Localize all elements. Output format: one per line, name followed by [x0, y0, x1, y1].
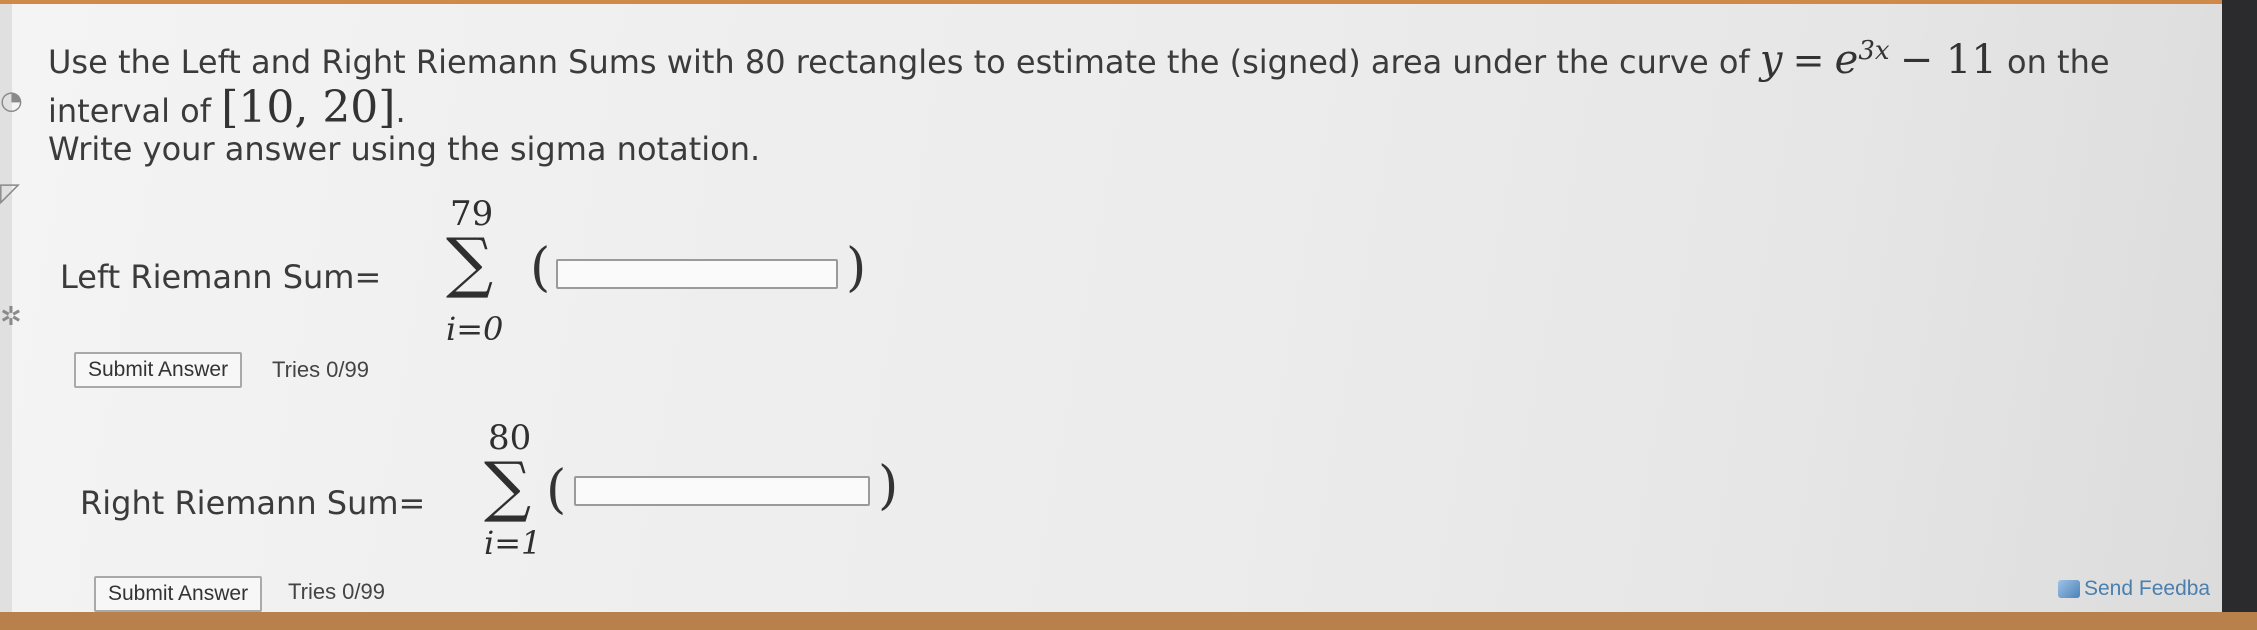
- left-sum-sigma-icon: ∑: [446, 224, 494, 301]
- right-sum-open-paren: (: [546, 460, 567, 520]
- left-sum-label: Left Riemann Sum=: [60, 258, 382, 296]
- right-sum-submit-button[interactable]: Submit Answer: [94, 576, 263, 612]
- equation-exponent: 3x: [1858, 36, 1890, 66]
- left-sum-tries: Tries 0/99: [272, 357, 370, 382]
- left-sum-open-paren: (: [530, 238, 551, 298]
- history-icon[interactable]: ◔: [0, 88, 23, 114]
- left-sum-submit-button[interactable]: Submit Answer: [74, 352, 243, 388]
- question-line-2: interval of [10, 20].: [48, 82, 406, 133]
- question-text-prefix: Use the Left and Right Riemann Sums with…: [48, 43, 1750, 81]
- feedback-icon: [2058, 580, 2080, 598]
- send-feedback-label: Send Feedba: [2084, 577, 2211, 600]
- equation-equals: =: [1792, 38, 1825, 82]
- interval-value: [10, 20]: [221, 82, 396, 133]
- equation-base: e: [1834, 37, 1859, 83]
- right-sum-label: Right Riemann Sum=: [80, 484, 426, 522]
- right-sum-close-paren: ): [878, 456, 899, 516]
- equation-y: y: [1759, 37, 1783, 83]
- instruction-text: Write your answer using the sigma notati…: [48, 130, 761, 168]
- right-sum-sigma-icon: ∑: [484, 448, 532, 525]
- left-sum-lower-limit: i=0: [446, 310, 504, 348]
- interval-label: interval of: [48, 92, 212, 130]
- interval-period: .: [395, 92, 406, 130]
- left-sum-close-paren: ): [846, 238, 867, 298]
- bookmark-icon[interactable]: ◸: [0, 180, 20, 206]
- right-sum-tries: Tries 0/99: [288, 579, 386, 604]
- equation-tail: − 11: [1899, 37, 1997, 83]
- right-sum-answer-input[interactable]: [574, 476, 870, 506]
- right-border: [2222, 0, 2257, 630]
- right-sum-lower-limit: i=1: [484, 524, 542, 562]
- left-sum-answer-input[interactable]: [556, 259, 838, 289]
- send-feedback-link[interactable]: Send Feedba: [2058, 577, 2210, 601]
- question-text-suffix: on the: [2007, 43, 2110, 81]
- bottom-border: [0, 612, 2257, 630]
- question-line-1: Use the Left and Right Riemann Sums with…: [48, 36, 2110, 83]
- settings-icon[interactable]: ✲: [0, 304, 22, 330]
- question-panel: ◔ ◸ ✲ Use the Left and Right Riemann Sum…: [0, 4, 2222, 612]
